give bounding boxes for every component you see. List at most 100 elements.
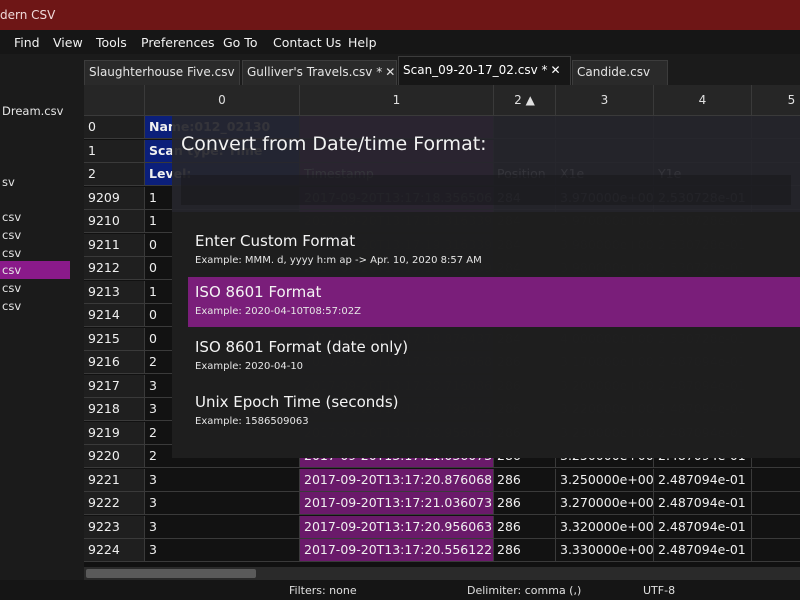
grid-cell-col-3[interactable]: 3.320000e+00	[556, 516, 654, 539]
grid-cell-col-3[interactable]: 3.250000e+00	[556, 469, 654, 492]
tab-scan-09-20-17-02[interactable]: Scan_09-20-17_02.csv * ✕	[398, 56, 571, 85]
option-unix-epoch[interactable]: Unix Epoch Time (seconds) Example: 15865…	[188, 387, 800, 437]
option-example: Example: 2020-04-10	[195, 361, 304, 372]
menu-contact-us[interactable]: Contact Us	[273, 35, 341, 50]
row-header[interactable]: 9213	[84, 281, 145, 304]
tab-slaughterhouse-five[interactable]: Slaughterhouse Five.csv✕	[84, 60, 240, 85]
grid-cell-col-0[interactable]: 3	[145, 539, 300, 562]
grid-cell-col-3[interactable]: 3.330000e+00	[556, 539, 654, 562]
grid-cell-col-5[interactable]	[752, 539, 800, 562]
grid-cell-col-4[interactable]: 2.487094e-01	[654, 492, 752, 515]
row-header[interactable]: 9221	[84, 469, 145, 492]
column-header-2-sorted[interactable]: 2 ▲	[494, 85, 556, 116]
grid-cell-col-0[interactable]: 3	[145, 516, 300, 539]
option-example: Example: 1586509063	[195, 416, 309, 427]
row-header[interactable]: 9209	[84, 187, 145, 210]
close-icon[interactable]: ✕	[238, 65, 239, 79]
grid-cell-col-1[interactable]: 2017-09-20T13:17:20.876068	[300, 469, 494, 492]
sidebar-file[interactable]: sv	[0, 173, 15, 191]
grid-cell-col-1[interactable]: 2017-09-20T13:17:20.556122	[300, 539, 494, 562]
column-header-5[interactable]: 5	[752, 85, 800, 116]
row-header[interactable]: 9224	[84, 539, 145, 562]
menu-view[interactable]: View	[53, 35, 83, 50]
close-icon[interactable]: ✕	[385, 65, 395, 79]
row-header[interactable]: 0	[84, 116, 145, 139]
tab-candide[interactable]: Candide.csv	[572, 60, 668, 85]
corner-header[interactable]	[84, 85, 145, 116]
menu-help[interactable]: Help	[348, 35, 377, 50]
format-options-list: Enter Custom Format Example: MMM. d, yyy…	[172, 212, 800, 458]
option-custom-format[interactable]: Enter Custom Format Example: MMM. d, yyy…	[188, 226, 800, 276]
tab-label: Scan_09-20-17_02.csv *	[403, 63, 548, 77]
row-header[interactable]: 9218	[84, 398, 145, 421]
menu-preferences[interactable]: Preferences	[141, 35, 215, 50]
status-filters[interactable]: Filters: none	[289, 584, 357, 597]
tab-label: Slaughterhouse Five.csv	[89, 65, 235, 79]
status-encoding[interactable]: UTF-8	[643, 584, 675, 597]
tab-label: Candide.csv	[577, 65, 651, 79]
menu-tools[interactable]: Tools	[96, 35, 127, 50]
row-header[interactable]: 9210	[84, 210, 145, 233]
row-header[interactable]: 9216	[84, 351, 145, 374]
tab-bar: Slaughterhouse Five.csv✕ Gulliver's Trav…	[84, 54, 800, 85]
grid-cell-col-0[interactable]: 3	[145, 469, 300, 492]
row-header[interactable]: 2	[84, 163, 145, 186]
status-bar: Filters: none Delimiter: comma (,) UTF-8	[0, 580, 800, 600]
sidebar-file[interactable]: Dream.csv	[0, 102, 63, 120]
horizontal-scrollbar[interactable]	[84, 567, 800, 580]
grid-cell-col-5[interactable]	[752, 492, 800, 515]
close-icon[interactable]: ✕	[551, 63, 561, 77]
option-iso-8601[interactable]: ISO 8601 Format Example: 2020-04-10T08:5…	[188, 277, 800, 327]
row-header[interactable]: 9220	[84, 445, 145, 468]
row-header[interactable]: 9217	[84, 375, 145, 398]
grid-cell-col-2[interactable]: 286	[494, 492, 556, 515]
menu-bar: Find View Tools Preferences Go To Contac…	[0, 30, 800, 54]
grid-cell-col-1[interactable]: 2017-09-20T13:17:21.036073	[300, 492, 494, 515]
row-header[interactable]: 9214	[84, 304, 145, 327]
row-header[interactable]: 9212	[84, 257, 145, 280]
menu-go-to[interactable]: Go To	[223, 35, 257, 50]
convert-date-dialog: Convert from Date/time Format: Enter Cus…	[172, 116, 800, 458]
option-label: ISO 8601 Format (date only)	[195, 338, 409, 356]
sidebar-file[interactable]: csv	[0, 226, 21, 244]
row-header[interactable]: 9215	[84, 328, 145, 351]
tab-gullivers-travels[interactable]: Gulliver's Travels.csv * ✕	[242, 60, 397, 85]
column-header-3[interactable]: 3	[556, 85, 654, 116]
grid-cell-col-5[interactable]	[752, 516, 800, 539]
option-label: Enter Custom Format	[195, 232, 356, 250]
grid-cell-col-5[interactable]	[752, 469, 800, 492]
grid-cell-col-2[interactable]: 286	[494, 516, 556, 539]
grid-cell-col-4[interactable]: 2.487094e-01	[654, 469, 752, 492]
grid-cell-col-4[interactable]: 2.487094e-01	[654, 516, 752, 539]
option-example: Example: MMM. d, yyyy h:m ap -> Apr. 10,…	[195, 255, 482, 266]
column-header-1[interactable]: 1	[300, 85, 494, 116]
menu-find[interactable]: Find	[14, 35, 40, 50]
row-header[interactable]: 9211	[84, 234, 145, 257]
dialog-search-input[interactable]	[181, 175, 791, 205]
sidebar-file[interactable]: csv	[0, 244, 21, 262]
sidebar-file[interactable]: csv	[0, 297, 21, 315]
row-header[interactable]: 9222	[84, 492, 145, 515]
option-label: Unix Epoch Time (seconds)	[195, 393, 399, 411]
row-header[interactable]: 1	[84, 140, 145, 163]
column-header-0[interactable]: 0	[145, 85, 300, 116]
scrollbar-thumb[interactable]	[86, 569, 256, 578]
row-header[interactable]: 9223	[84, 516, 145, 539]
column-header-4[interactable]: 4	[654, 85, 752, 116]
sidebar-file-selected[interactable]: csv	[0, 261, 70, 279]
row-header[interactable]: 9219	[84, 422, 145, 445]
status-delimiter[interactable]: Delimiter: comma (,)	[467, 584, 581, 597]
grid-cell-col-2[interactable]: 286	[494, 469, 556, 492]
grid-cell-col-3[interactable]: 3.270000e+00	[556, 492, 654, 515]
sidebar-file[interactable]: csv	[0, 208, 21, 226]
option-label: ISO 8601 Format	[195, 283, 322, 301]
option-example: Example: 2020-04-10T08:57:02Z	[195, 306, 361, 317]
sidebar-file[interactable]: csv	[0, 279, 21, 297]
file-sidebar: Dream.csv sv csv csv csv csv csv csv	[0, 54, 84, 580]
grid-cell-col-2[interactable]: 286	[494, 539, 556, 562]
grid-cell-col-0[interactable]: 3	[145, 492, 300, 515]
dialog-title: Convert from Date/time Format:	[181, 133, 487, 155]
option-iso-8601-date-only[interactable]: ISO 8601 Format (date only) Example: 202…	[188, 332, 800, 382]
grid-cell-col-4[interactable]: 2.487094e-01	[654, 539, 752, 562]
grid-cell-col-1[interactable]: 2017-09-20T13:17:20.956063	[300, 516, 494, 539]
